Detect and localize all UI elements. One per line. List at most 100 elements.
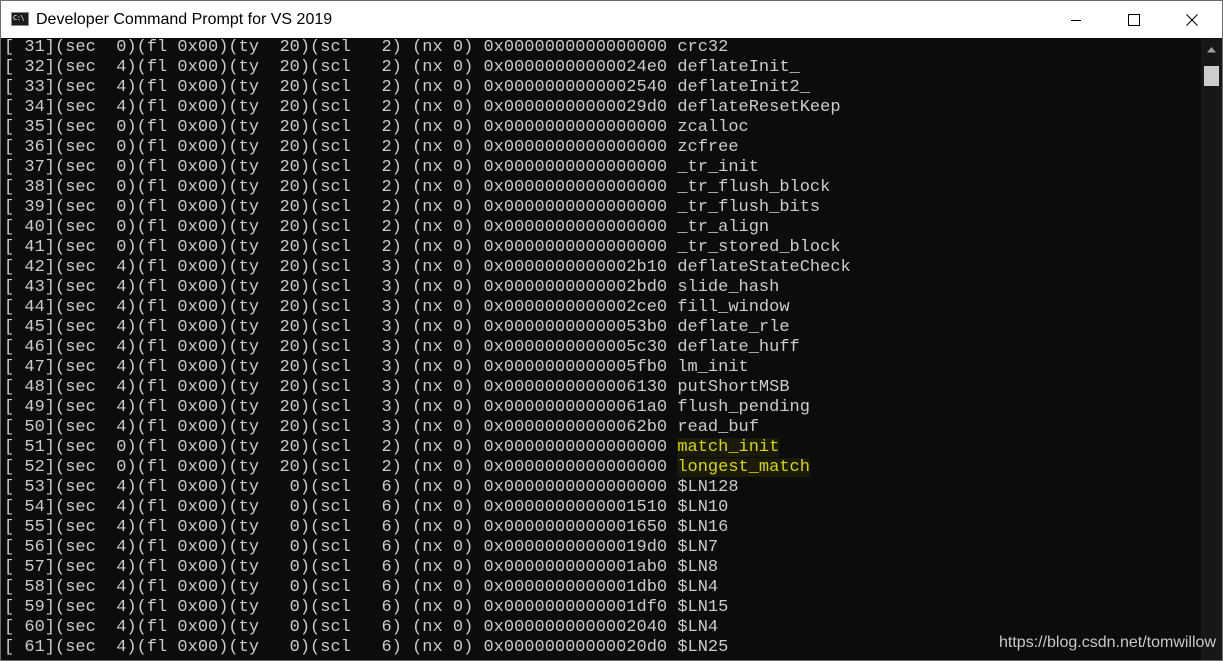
- symbol-entry-fields: [ 53](sec 4)(fl 0x00)(ty 0)(scl 6) (nx 0…: [4, 478, 678, 497]
- maximize-icon: [1128, 13, 1140, 26]
- console-icon[interactable]: C:\: [11, 12, 29, 26]
- symbol-entry-fields: [ 39](sec 0)(fl 0x00)(ty 20)(scl 2) (nx …: [4, 198, 678, 217]
- symbol-entry-fields: [ 38](sec 0)(fl 0x00)(ty 20)(scl 2) (nx …: [4, 178, 678, 197]
- console-icon-glyph: C:\: [13, 14, 25, 22]
- console-line: [ 54](sec 4)(fl 0x00)(ty 0)(scl 6) (nx 0…: [4, 498, 728, 518]
- minimize-button[interactable]: [1047, 1, 1105, 38]
- console-line: [ 31](sec 0)(fl 0x00)(ty 20)(scl 2) (nx …: [4, 38, 728, 58]
- symbol-name: $LN4: [677, 618, 719, 637]
- symbol-entry-fields: [ 32](sec 4)(fl 0x00)(ty 20)(scl 2) (nx …: [4, 58, 678, 77]
- console-line: [ 44](sec 4)(fl 0x00)(ty 20)(scl 3) (nx …: [4, 298, 790, 318]
- console-line: [ 56](sec 4)(fl 0x00)(ty 0)(scl 6) (nx 0…: [4, 538, 718, 558]
- console-line: [ 52](sec 0)(fl 0x00)(ty 20)(scl 2) (nx …: [4, 458, 810, 478]
- symbol-name: putShortMSB: [677, 378, 790, 397]
- console-line: [ 42](sec 4)(fl 0x00)(ty 20)(scl 3) (nx …: [4, 258, 851, 278]
- console-line: [ 53](sec 4)(fl 0x00)(ty 0)(scl 6) (nx 0…: [4, 478, 739, 498]
- symbol-entry-fields: [ 45](sec 4)(fl 0x00)(ty 20)(scl 3) (nx …: [4, 318, 678, 337]
- symbol-name: read_buf: [677, 418, 759, 437]
- scroll-up-arrow-icon: [1207, 47, 1216, 53]
- symbol-name: $LN8: [677, 558, 719, 577]
- symbol-name: zcalloc: [677, 118, 749, 137]
- symbol-entry-fields: [ 60](sec 4)(fl 0x00)(ty 0)(scl 6) (nx 0…: [4, 618, 678, 637]
- scroll-up-button[interactable]: [1201, 38, 1222, 62]
- symbol-name: crc32: [677, 38, 729, 57]
- console-line: [ 37](sec 0)(fl 0x00)(ty 20)(scl 2) (nx …: [4, 158, 759, 178]
- console-line: [ 38](sec 0)(fl 0x00)(ty 20)(scl 2) (nx …: [4, 178, 830, 198]
- console-line: [ 59](sec 4)(fl 0x00)(ty 0)(scl 6) (nx 0…: [4, 598, 728, 618]
- watermark-url: https://blog.csdn.net/tomwillow: [999, 634, 1216, 651]
- symbol-entry-fields: [ 46](sec 4)(fl 0x00)(ty 20)(scl 3) (nx …: [4, 338, 678, 357]
- console-line: [ 61](sec 4)(fl 0x00)(ty 0)(scl 6) (nx 0…: [4, 638, 728, 658]
- console-line: [ 58](sec 4)(fl 0x00)(ty 0)(scl 6) (nx 0…: [4, 578, 718, 598]
- console-line: [ 46](sec 4)(fl 0x00)(ty 20)(scl 3) (nx …: [4, 338, 800, 358]
- symbol-name: deflate_huff: [677, 338, 800, 357]
- close-button[interactable]: [1163, 1, 1221, 38]
- symbol-name: lm_init: [677, 358, 749, 377]
- symbol-name: deflate_rle: [677, 318, 790, 337]
- symbol-name: $LN4: [677, 578, 719, 597]
- console-line: [ 40](sec 0)(fl 0x00)(ty 20)(scl 2) (nx …: [4, 218, 769, 238]
- symbol-entry-fields: [ 44](sec 4)(fl 0x00)(ty 20)(scl 3) (nx …: [4, 298, 678, 317]
- console-line: [ 35](sec 0)(fl 0x00)(ty 20)(scl 2) (nx …: [4, 118, 749, 138]
- console-line: [ 57](sec 4)(fl 0x00)(ty 0)(scl 6) (nx 0…: [4, 558, 718, 578]
- maximize-button[interactable]: [1105, 1, 1163, 38]
- symbol-entry-fields: [ 37](sec 0)(fl 0x00)(ty 20)(scl 2) (nx …: [4, 158, 678, 177]
- minimize-icon: [1071, 19, 1081, 21]
- highlighted-symbol-name: longest_match: [677, 458, 810, 477]
- symbol-name: deflateInit_: [677, 58, 800, 77]
- symbol-entry-fields: [ 41](sec 0)(fl 0x00)(ty 20)(scl 2) (nx …: [4, 238, 678, 257]
- console-line: [ 50](sec 4)(fl 0x00)(ty 20)(scl 3) (nx …: [4, 418, 759, 438]
- console-line: [ 45](sec 4)(fl 0x00)(ty 20)(scl 3) (nx …: [4, 318, 790, 338]
- symbol-name: _tr_align: [677, 218, 770, 237]
- symbol-name: $LN7: [677, 538, 719, 557]
- vertical-scrollbar[interactable]: [1201, 38, 1222, 660]
- symbol-entry-fields: [ 36](sec 0)(fl 0x00)(ty 20)(scl 2) (nx …: [4, 138, 678, 157]
- console-line: [ 55](sec 4)(fl 0x00)(ty 0)(scl 6) (nx 0…: [4, 518, 728, 538]
- symbol-entry-fields: [ 40](sec 0)(fl 0x00)(ty 20)(scl 2) (nx …: [4, 218, 678, 237]
- console-output[interactable]: [ 31](sec 0)(fl 0x00)(ty 20)(scl 2) (nx …: [1, 38, 1201, 660]
- console-line: [ 43](sec 4)(fl 0x00)(ty 20)(scl 3) (nx …: [4, 278, 779, 298]
- symbol-name: deflateStateCheck: [677, 258, 851, 277]
- symbol-name: $LN15: [677, 598, 729, 617]
- symbol-entry-fields: [ 59](sec 4)(fl 0x00)(ty 0)(scl 6) (nx 0…: [4, 598, 678, 617]
- symbol-entry-fields: [ 34](sec 4)(fl 0x00)(ty 20)(scl 2) (nx …: [4, 98, 678, 117]
- symbol-entry-fields: [ 57](sec 4)(fl 0x00)(ty 0)(scl 6) (nx 0…: [4, 558, 678, 577]
- title-bar[interactable]: C:\ Developer Command Prompt for VS 2019: [1, 1, 1222, 38]
- close-icon: [1186, 13, 1198, 26]
- symbol-name: deflateResetKeep: [677, 98, 841, 117]
- console-line: [ 33](sec 4)(fl 0x00)(ty 20)(scl 2) (nx …: [4, 78, 810, 98]
- console-line: [ 41](sec 0)(fl 0x00)(ty 20)(scl 2) (nx …: [4, 238, 841, 258]
- symbol-name: fill_window: [677, 298, 790, 317]
- console-line: [ 39](sec 0)(fl 0x00)(ty 20)(scl 2) (nx …: [4, 198, 820, 218]
- symbol-name: $LN25: [677, 638, 729, 657]
- console-line: [ 34](sec 4)(fl 0x00)(ty 20)(scl 2) (nx …: [4, 98, 841, 118]
- symbol-name: _tr_flush_block: [677, 178, 831, 197]
- symbol-entry-fields: [ 49](sec 4)(fl 0x00)(ty 20)(scl 3) (nx …: [4, 398, 678, 417]
- console-line: [ 47](sec 4)(fl 0x00)(ty 20)(scl 3) (nx …: [4, 358, 749, 378]
- symbol-name: $LN10: [677, 498, 729, 517]
- symbol-entry-fields: [ 56](sec 4)(fl 0x00)(ty 0)(scl 6) (nx 0…: [4, 538, 678, 557]
- console-line: [ 60](sec 4)(fl 0x00)(ty 0)(scl 6) (nx 0…: [4, 618, 718, 638]
- highlighted-symbol-name: match_init: [677, 438, 780, 457]
- console-line: [ 49](sec 4)(fl 0x00)(ty 20)(scl 3) (nx …: [4, 398, 810, 418]
- symbol-entry-fields: [ 48](sec 4)(fl 0x00)(ty 20)(scl 3) (nx …: [4, 378, 678, 397]
- symbol-entry-fields: [ 50](sec 4)(fl 0x00)(ty 20)(scl 3) (nx …: [4, 418, 678, 437]
- scroll-thumb[interactable]: [1204, 66, 1219, 86]
- symbol-name: _tr_flush_bits: [677, 198, 821, 217]
- symbol-name: $LN128: [677, 478, 739, 497]
- symbol-name: flush_pending: [677, 398, 810, 417]
- symbol-entry-fields: [ 51](sec 0)(fl 0x00)(ty 20)(scl 2) (nx …: [4, 438, 678, 457]
- symbol-entry-fields: [ 42](sec 4)(fl 0x00)(ty 20)(scl 3) (nx …: [4, 258, 678, 277]
- symbol-entry-fields: [ 47](sec 4)(fl 0x00)(ty 20)(scl 3) (nx …: [4, 358, 678, 377]
- symbol-entry-fields: [ 54](sec 4)(fl 0x00)(ty 0)(scl 6) (nx 0…: [4, 498, 678, 517]
- symbol-entry-fields: [ 43](sec 4)(fl 0x00)(ty 20)(scl 3) (nx …: [4, 278, 678, 297]
- symbol-entry-fields: [ 58](sec 4)(fl 0x00)(ty 0)(scl 6) (nx 0…: [4, 578, 678, 597]
- symbol-name: $LN16: [677, 518, 729, 537]
- symbol-entry-fields: [ 52](sec 0)(fl 0x00)(ty 20)(scl 2) (nx …: [4, 458, 678, 477]
- symbol-entry-fields: [ 61](sec 4)(fl 0x00)(ty 0)(scl 6) (nx 0…: [4, 638, 678, 657]
- window-title: Developer Command Prompt for VS 2019: [36, 11, 333, 28]
- symbol-entry-fields: [ 33](sec 4)(fl 0x00)(ty 20)(scl 2) (nx …: [4, 78, 678, 97]
- console-line: [ 51](sec 0)(fl 0x00)(ty 20)(scl 2) (nx …: [4, 438, 780, 458]
- console-line: [ 36](sec 0)(fl 0x00)(ty 20)(scl 2) (nx …: [4, 138, 739, 158]
- symbol-name: zcfree: [677, 138, 739, 157]
